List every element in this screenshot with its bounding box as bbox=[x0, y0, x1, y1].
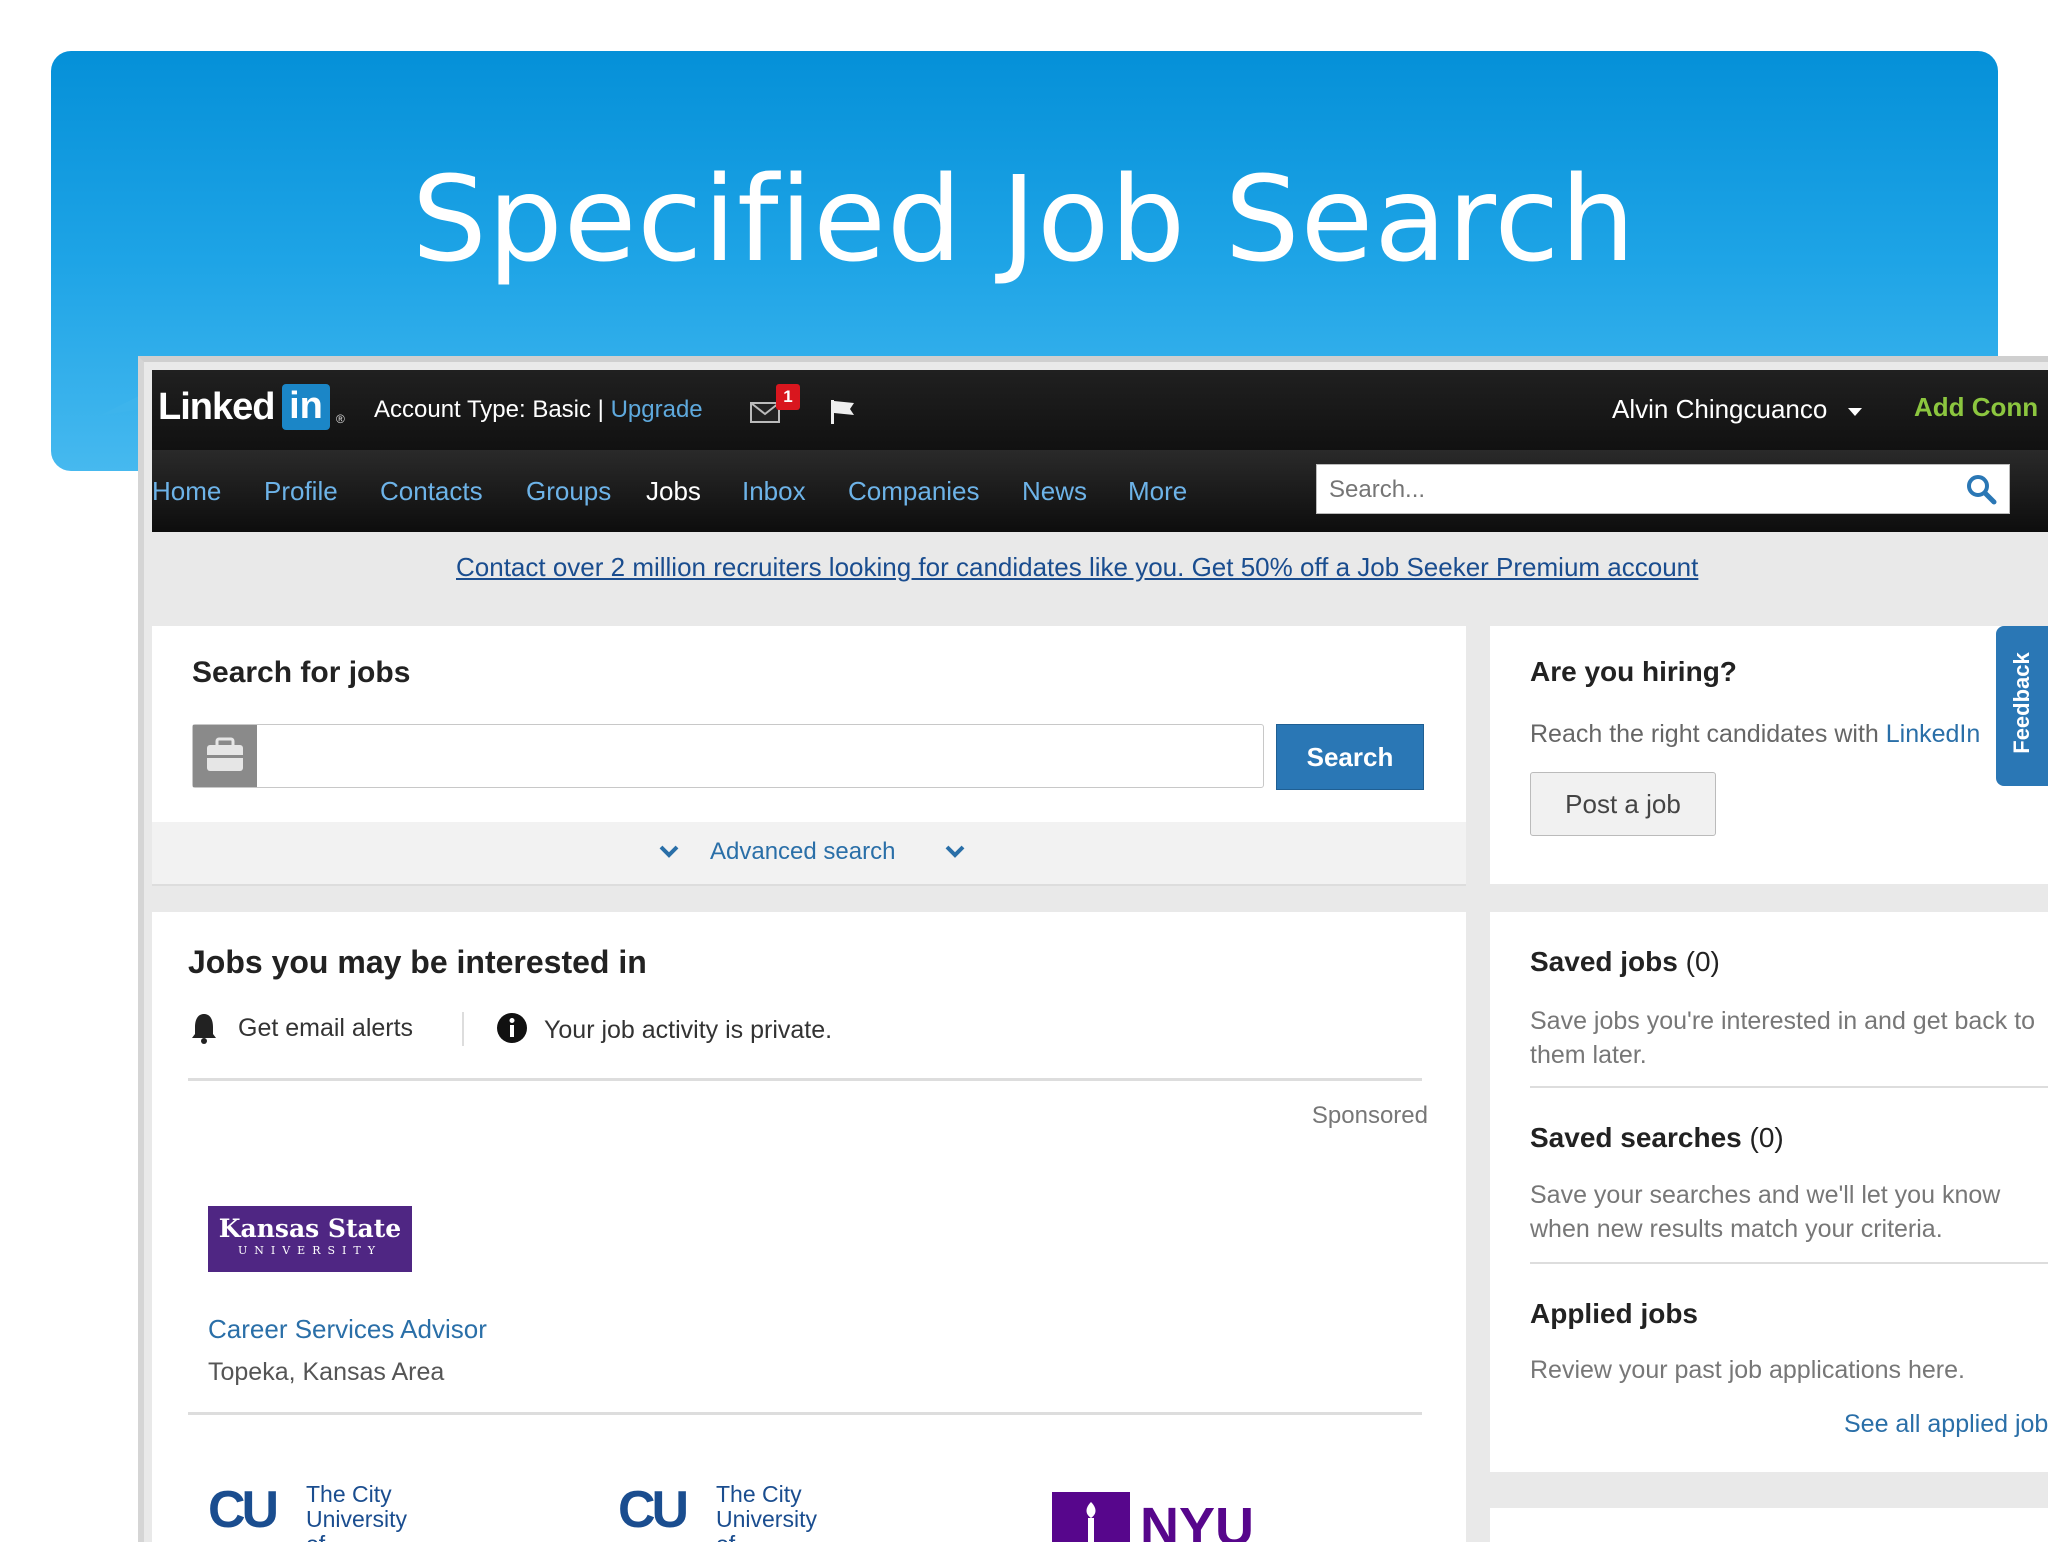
job-search-input[interactable] bbox=[192, 724, 1264, 788]
search-jobs-panel: Search for jobs Search bbox=[152, 626, 1466, 822]
linkedin-logo-in[interactable]: in bbox=[282, 384, 330, 430]
cuny-text-line: The City bbox=[306, 1481, 392, 1507]
info-icon bbox=[497, 1013, 527, 1043]
saved-searches-count: (0) bbox=[1749, 1122, 1784, 1153]
kansas-state-logo-subtext: UNIVERSITY bbox=[238, 1244, 382, 1257]
feedback-tab[interactable]: Feedback bbox=[1996, 626, 2048, 786]
torch-icon bbox=[1052, 1492, 1130, 1542]
divider bbox=[188, 1412, 1422, 1415]
cuny-text-line: of bbox=[716, 1532, 817, 1542]
post-job-button[interactable]: Post a job bbox=[1530, 772, 1716, 836]
divider bbox=[1530, 1086, 2048, 1088]
cuny-mark: CU bbox=[208, 1481, 279, 1539]
sponsored-label: Sponsored bbox=[1311, 1102, 1428, 1129]
promo-banner: Contact over 2 million recruiters lookin… bbox=[152, 532, 2048, 598]
slide-title: Specified Job Search bbox=[411, 150, 1637, 288]
advanced-search-strip[interactable]: Advanced search bbox=[152, 822, 1466, 886]
chevron-down-icon[interactable] bbox=[1848, 408, 1862, 416]
cuny-logo[interactable]: CU The City University of bbox=[208, 1482, 408, 1542]
linkedin-logo-text[interactable]: Linked bbox=[158, 386, 275, 429]
job-location: Topeka, Kansas Area bbox=[208, 1358, 445, 1386]
nav-companies[interactable]: Companies bbox=[848, 476, 980, 507]
flag-icon[interactable] bbox=[828, 398, 858, 426]
nyu-logo[interactable]: NYU bbox=[1052, 1492, 1272, 1542]
separator bbox=[462, 1012, 464, 1046]
search-jobs-title: Search for jobs bbox=[192, 656, 411, 689]
hiring-title: Are you hiring? bbox=[1530, 656, 1737, 687]
cuny-logo[interactable]: CU The City University of bbox=[618, 1482, 818, 1542]
job-title-link[interactable]: Career Services Advisor bbox=[208, 1314, 487, 1345]
search-icon[interactable] bbox=[1965, 473, 1997, 505]
applied-jobs-title[interactable]: Applied jobs bbox=[1530, 1298, 1698, 1330]
cuny-text-line: University bbox=[716, 1506, 817, 1532]
premium-promo-link[interactable]: Contact over 2 million recruiters lookin… bbox=[456, 552, 1698, 583]
kansas-state-logo-text: Kansas State bbox=[218, 1214, 402, 1243]
account-type-label: Account Type: Basic | bbox=[374, 396, 611, 423]
saved-searches-text: Save your searches and we'll let you kno… bbox=[1530, 1181, 2001, 1243]
kansas-state-logo[interactable]: Kansas State UNIVERSITY bbox=[208, 1206, 412, 1272]
divider bbox=[1530, 1262, 2048, 1264]
linkedin-screenshot: Linked in ® Account Type: Basic | Upgrad… bbox=[138, 356, 2048, 1542]
cuny-text: The City University of bbox=[716, 1482, 817, 1542]
right-panel-next bbox=[1490, 1508, 2048, 1542]
nav-profile[interactable]: Profile bbox=[264, 476, 338, 507]
nyu-text: NYU bbox=[1140, 1497, 1255, 1542]
nav-home[interactable]: Home bbox=[152, 476, 221, 507]
chevron-down-icon[interactable] bbox=[658, 844, 680, 858]
email-alerts-link[interactable]: Get email alerts bbox=[238, 1014, 413, 1043]
nav-contacts[interactable]: Contacts bbox=[380, 476, 483, 507]
advanced-search-link[interactable]: Advanced search bbox=[710, 838, 895, 866]
saved-jobs-panel: Saved jobs (0) Save jobs you're interest… bbox=[1490, 912, 2048, 1472]
jobs-interested-title: Jobs you may be interested in bbox=[188, 944, 647, 980]
nav-news[interactable]: News bbox=[1022, 476, 1087, 507]
chevron-down-icon[interactable] bbox=[944, 844, 966, 858]
saved-jobs-heading: Saved jobs (0) bbox=[1530, 946, 1720, 978]
briefcase-icon bbox=[193, 725, 257, 787]
saved-searches-heading: Saved searches (0) bbox=[1530, 1122, 1784, 1154]
saved-jobs-count: (0) bbox=[1685, 946, 1720, 977]
nav-more[interactable]: More bbox=[1128, 476, 1187, 507]
search-jobs-button[interactable]: Search bbox=[1276, 724, 1424, 790]
linkedin-link[interactable]: LinkedIn bbox=[1886, 720, 1981, 748]
registered-mark: ® bbox=[336, 412, 345, 426]
applied-jobs-text: Review your past job applications here. bbox=[1530, 1356, 1965, 1384]
cuny-mark: CU bbox=[618, 1481, 689, 1539]
feedback-label: Feedback bbox=[2009, 652, 2034, 754]
top-bar: Linked in ® Account Type: Basic | Upgrad… bbox=[152, 370, 2048, 450]
cuny-text-line: The City bbox=[716, 1481, 802, 1507]
see-all-applied-link[interactable]: See all applied jobs bbox=[1844, 1410, 2048, 1439]
hiring-text-label: Reach the right candidates with bbox=[1530, 720, 1886, 748]
nav-groups[interactable]: Groups bbox=[526, 476, 611, 507]
main-nav: Home Profile Contacts Groups Jobs Inbox … bbox=[152, 450, 2048, 532]
saved-searches-title[interactable]: Saved searches bbox=[1530, 1122, 1742, 1153]
cuny-text-line: of bbox=[306, 1532, 407, 1542]
account-type: Account Type: Basic | Upgrade bbox=[374, 396, 703, 424]
saved-jobs-title[interactable]: Saved jobs bbox=[1530, 946, 1678, 977]
nav-jobs[interactable]: Jobs bbox=[646, 476, 701, 507]
global-search[interactable] bbox=[1316, 464, 2010, 514]
privacy-text: Your job activity is private. bbox=[544, 1016, 833, 1044]
mail-count-badge: 1 bbox=[776, 384, 800, 410]
add-connections-link[interactable]: Add Conn bbox=[1914, 392, 2038, 423]
user-name-menu[interactable]: Alvin Chingcuanco bbox=[1612, 394, 1827, 425]
bell-icon[interactable] bbox=[190, 1012, 218, 1044]
nav-inbox[interactable]: Inbox bbox=[742, 476, 806, 507]
jobs-interested-panel: Jobs you may be interested in Get email … bbox=[152, 912, 1466, 1542]
divider bbox=[188, 1078, 1422, 1081]
cuny-text-line: University bbox=[306, 1506, 407, 1532]
hiring-panel: Are you hiring? Reach the right candidat… bbox=[1490, 626, 2048, 884]
cuny-text: The City University of bbox=[306, 1482, 407, 1542]
global-search-input[interactable] bbox=[1327, 473, 1931, 507]
saved-jobs-text: Save jobs you're interested in and get b… bbox=[1530, 1007, 2036, 1069]
upgrade-link[interactable]: Upgrade bbox=[611, 396, 703, 423]
hiring-text: Reach the right candidates with LinkedIn bbox=[1530, 720, 1980, 749]
